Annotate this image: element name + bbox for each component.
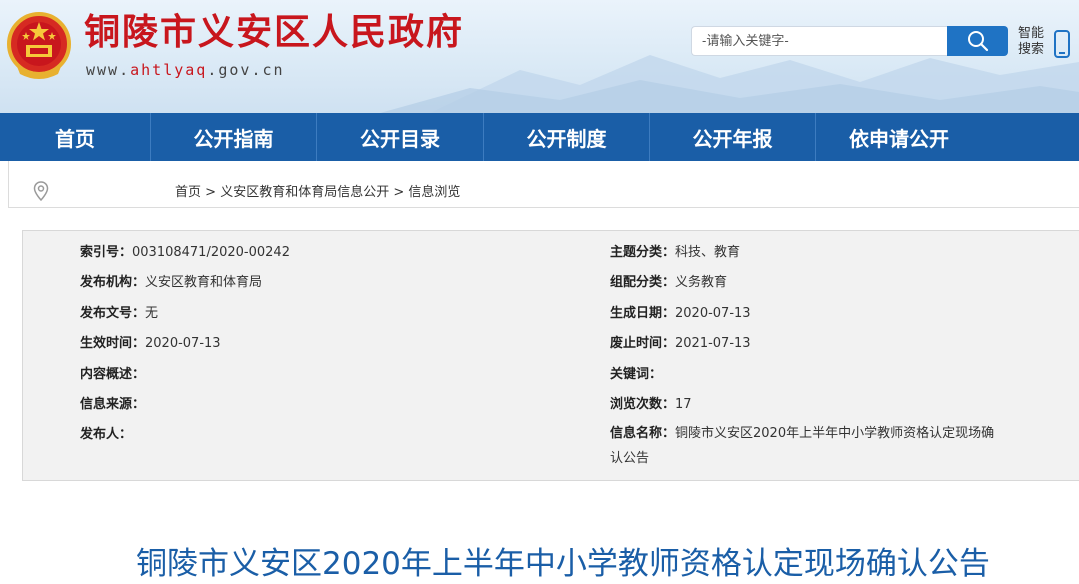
meta-label: 发布人： (80, 427, 133, 442)
meta-value: 2020-07-13 (145, 336, 221, 351)
breadcrumb-separator: > (389, 185, 409, 200)
meta-label: 发布文号： (80, 306, 146, 321)
meta-value: 无 (145, 306, 159, 321)
meta-topic: 主题分类：科技、教育 (610, 244, 740, 262)
meta-effective-date: 生效时间：2020-07-13 (80, 335, 221, 353)
meta-label: 信息来源： (80, 397, 146, 412)
meta-label: 关键词： (610, 367, 663, 382)
site-title: 铜陵市义安区人民政府 (84, 11, 465, 53)
site-url-accent: ahtlyaq (130, 61, 208, 79)
meta-expiry-date: 废止时间：2021-07-13 (610, 335, 751, 353)
meta-category: 组配分类：义务教育 (610, 274, 727, 292)
breadcrumb-current: 信息浏览 (408, 185, 461, 200)
breadcrumb-separator: > (201, 185, 221, 200)
location-pin-icon (33, 181, 49, 201)
meta-label: 浏览次数： (610, 397, 676, 412)
nav-item-system[interactable]: 公开制度 (484, 113, 650, 161)
meta-created-date: 生成日期：2020-07-13 (610, 305, 751, 323)
meta-label: 内容概述： (80, 367, 146, 382)
smart-search-line1: 智能 (1018, 26, 1045, 41)
meta-value: 义安区教育和体育局 (145, 275, 263, 290)
meta-value: 17 (675, 397, 692, 412)
meta-label: 生效时间： (80, 336, 146, 351)
mobile-phone-icon[interactable] (1054, 30, 1070, 58)
meta-info-name: 信息名称：铜陵市义安区2020年上半年中小学教师资格认定现场确认公告 (610, 421, 1000, 471)
site-header: 铜陵市义安区人民政府 www.ahtlyaq.gov.cn -请输入关键字- 智… (0, 0, 1079, 113)
nav-item-guide[interactable]: 公开指南 (151, 113, 317, 161)
nav-item-catalog[interactable]: 公开目录 (317, 113, 484, 161)
meta-label: 索引号： (80, 245, 133, 260)
meta-value: 科技、教育 (675, 245, 741, 260)
meta-value: 2021-07-13 (675, 336, 751, 351)
meta-label: 废止时间： (610, 336, 676, 351)
site-url-prefix: www. (86, 61, 131, 79)
breadcrumb-home[interactable]: 首页 (175, 185, 201, 200)
meta-index-number: 索引号：003108471/2020-00242 (80, 244, 290, 262)
national-emblem-icon (7, 12, 71, 79)
meta-view-count: 浏览次数：17 (610, 396, 692, 414)
meta-publisher: 发布机构：义安区教育和体育局 (80, 274, 262, 292)
breadcrumb: 首页 > 义安区教育和体育局信息公开 > 信息浏览 (175, 181, 460, 200)
metadata-panel: 索引号：003108471/2020-00242 发布机构：义安区教育和体育局 … (22, 230, 1079, 481)
meta-author: 发布人： (80, 426, 132, 444)
search-input[interactable]: -请输入关键字- (691, 26, 947, 56)
meta-doc-number: 发布文号：无 (80, 305, 158, 323)
meta-label: 信息名称： (610, 426, 676, 441)
meta-value: 2020-07-13 (675, 306, 751, 321)
breadcrumb-section[interactable]: 义安区教育和体育局信息公开 (220, 185, 389, 200)
meta-keywords: 关键词： (610, 366, 662, 384)
nav-item-annual-report[interactable]: 公开年报 (650, 113, 816, 161)
nav-item-apply[interactable]: 依申请公开 (816, 113, 982, 161)
site-url: www.ahtlyaq.gov.cn (86, 61, 285, 79)
site-url-suffix: .gov.cn (207, 61, 285, 79)
meta-label: 发布机构： (80, 275, 146, 290)
search-button[interactable] (947, 26, 1008, 56)
nav-item-home[interactable]: 首页 (0, 113, 151, 161)
meta-value: 义务教育 (675, 275, 728, 290)
meta-summary: 内容概述： (80, 366, 145, 384)
meta-label: 生成日期： (610, 306, 676, 321)
main-nav: 首页 公开指南 公开目录 公开制度 公开年报 依申请公开 (0, 113, 1079, 161)
search-icon (967, 31, 988, 52)
article-title: 铜陵市义安区2020年上半年中小学教师资格认定现场确认公告 (136, 546, 990, 582)
smart-search-link[interactable]: 智能 搜索 (1018, 26, 1048, 58)
meta-value: 003108471/2020-00242 (132, 245, 290, 260)
meta-label: 组配分类： (610, 275, 676, 290)
meta-label: 主题分类： (610, 245, 676, 260)
breadcrumb-bar: 首页 > 义安区教育和体育局信息公开 > 信息浏览 (8, 161, 1079, 208)
meta-source: 信息来源： (80, 396, 145, 414)
smart-search-line2: 搜索 (1018, 42, 1045, 57)
